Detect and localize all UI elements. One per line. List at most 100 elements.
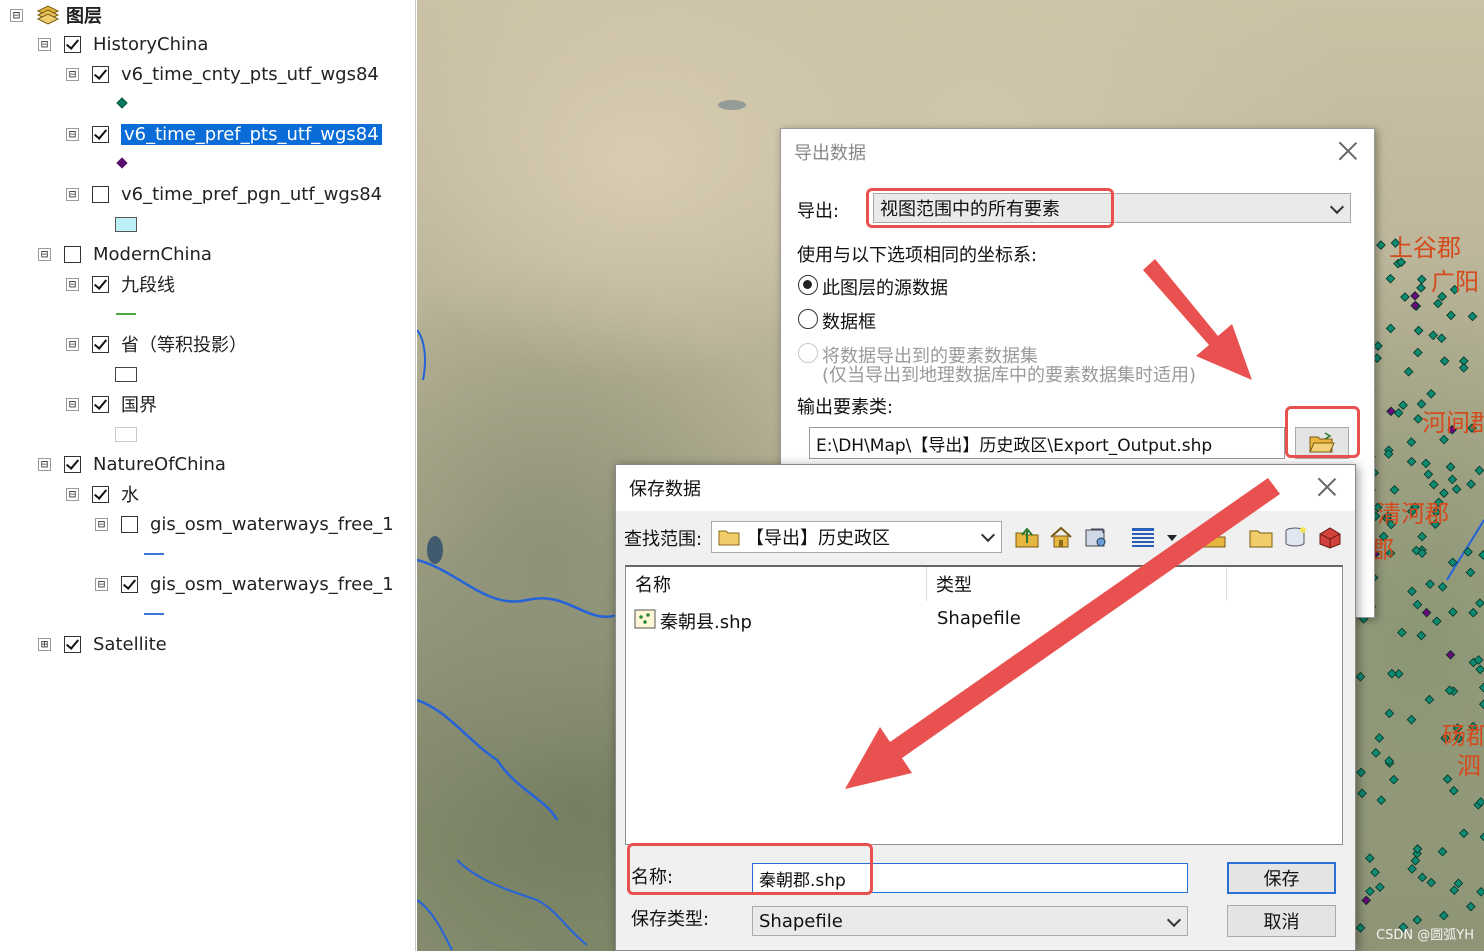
collapse-icon[interactable]: ⊟ (38, 457, 51, 471)
toc-layer-waterways-2[interactable]: ⊟ gis_osm_waterways_free_1 (95, 569, 394, 599)
toc-group-modernchina[interactable]: ⊟ ModernChina (38, 239, 212, 269)
column-header-type[interactable]: 类型 (927, 567, 1227, 601)
visibility-checkbox[interactable] (121, 575, 138, 593)
visibility-checkbox[interactable] (92, 185, 109, 203)
map-point (1398, 400, 1408, 411)
chevron-down-icon (1329, 199, 1345, 215)
toc-layer-satellite[interactable]: ⊞ Satellite (38, 629, 167, 659)
visibility-checkbox[interactable] (92, 65, 109, 83)
connect-folder-icon[interactable] (1083, 525, 1109, 549)
map-label: 广阳 (1431, 268, 1479, 296)
save-type-label: 保存类型: (631, 909, 710, 930)
map-point (1448, 607, 1458, 617)
list-item[interactable]: 秦朝县.shp Shapefile (626, 605, 1326, 635)
view-options-icon[interactable] (1130, 525, 1156, 549)
layers-icon (36, 5, 60, 25)
look-in-select[interactable]: 【导出】历史政区 (711, 521, 1002, 553)
radio-source-label[interactable]: 此图层的源数据 (822, 274, 948, 300)
visibility-checkbox[interactable] (92, 395, 109, 413)
radio-frame-label[interactable]: 数据框 (822, 308, 876, 334)
layer-label: 国界 (121, 395, 157, 416)
map-point (1416, 274, 1427, 285)
save-type-select[interactable]: Shapefile (752, 906, 1188, 936)
visibility-checkbox[interactable] (121, 515, 138, 533)
radio-feature-dataset[interactable] (798, 343, 818, 363)
layer-label: 省（等积投影） (121, 335, 247, 356)
visibility-checkbox[interactable] (92, 485, 109, 503)
collapse-icon[interactable]: ⊟ (66, 277, 79, 291)
output-path-field[interactable]: E:\DH\Map\【导出】历史政区\Export_Output.shp (809, 427, 1285, 459)
highlight-export-scope (866, 188, 1114, 228)
line-symbol-icon (144, 613, 164, 615)
chevron-down-icon[interactable] (1164, 525, 1180, 549)
toc-layer-pref-pgn[interactable]: ⊟ v6_time_pref_pgn_utf_wgs84 (66, 179, 382, 209)
map-point (1410, 855, 1421, 866)
file-list[interactable]: 名称 类型 秦朝县.shp Shapefile (625, 565, 1343, 845)
visibility-checkbox[interactable] (64, 635, 81, 653)
new-folder-icon[interactable] (1248, 525, 1274, 549)
layer-label-selected[interactable]: v6_time_pref_pts_utf_wgs84 (120, 122, 383, 146)
visibility-checkbox[interactable] (64, 455, 81, 473)
collapse-icon[interactable]: ⊟ (66, 67, 79, 81)
toc-layer-nine-dash[interactable]: ⊟ 九段线 (66, 269, 175, 299)
close-icon[interactable] (1338, 141, 1358, 161)
visibility-checkbox[interactable] (92, 335, 109, 353)
watermark: CSDN @圆弧YH (1376, 928, 1474, 943)
map-point (1375, 882, 1385, 892)
map-point (1385, 273, 1396, 284)
map-point (1453, 878, 1464, 889)
toc-layer-province[interactable]: ⊟ 省（等积投影） (66, 329, 247, 359)
collapse-icon[interactable]: ⊟ (38, 247, 51, 261)
toc-layer-cnty-pts[interactable]: ⊟ v6_time_cnty_pts_utf_wgs84 (66, 59, 379, 89)
map-label: 泗 (1457, 752, 1481, 780)
collapse-icon[interactable]: ⊟ (95, 577, 108, 591)
collapse-icon[interactable]: ⊟ (38, 37, 51, 51)
visibility-checkbox[interactable] (92, 275, 109, 293)
collapse-icon[interactable]: ⊟ (66, 127, 79, 141)
visibility-checkbox[interactable] (92, 125, 109, 143)
map-label: 上谷郡 (1389, 234, 1461, 262)
toolbox-icon[interactable] (1317, 525, 1343, 549)
radio-data-frame[interactable] (798, 309, 818, 329)
map-point (1397, 627, 1407, 638)
toc-layer-pref-pts[interactable]: ⊟ v6_time_pref_pts_utf_wgs84 (66, 119, 383, 149)
map-point (1412, 915, 1423, 925)
map-point (1385, 323, 1396, 334)
collapse-icon[interactable]: ⊟ (66, 187, 79, 201)
map-point (1393, 408, 1404, 418)
map-point (1437, 582, 1448, 592)
save-type-value: Shapefile (759, 910, 843, 932)
toc-group-natureofchina[interactable]: ⊟ NatureOfChina (38, 449, 226, 479)
cancel-button[interactable]: 取消 (1227, 905, 1336, 937)
toc-group-historychina[interactable]: ⊟ HistoryChina (38, 29, 208, 59)
map-point (1424, 694, 1435, 705)
toc-layer-waterways-1[interactable]: ⊟ gis_osm_waterways_free_1 (95, 509, 394, 539)
map-point (1478, 682, 1484, 693)
dialog-titlebar: 保存数据 (616, 465, 1355, 511)
visibility-checkbox[interactable] (64, 245, 81, 263)
collapse-icon[interactable]: ⊟ (95, 517, 108, 531)
map-point (1479, 832, 1484, 842)
home-icon[interactable] (1048, 525, 1074, 549)
collapse-icon[interactable]: ⊟ (66, 397, 79, 411)
save-button[interactable]: 保存 (1227, 862, 1336, 894)
expand-icon[interactable]: ⊞ (38, 637, 51, 651)
map-point (1417, 531, 1427, 542)
county-points-layer (1355, 238, 1484, 933)
column-header-name[interactable]: 名称 (626, 567, 927, 601)
new-database-icon[interactable] (1283, 525, 1309, 549)
dialog-titlebar: 导出数据 (781, 129, 1374, 175)
toc-layer-border[interactable]: ⊟ 国界 (66, 389, 157, 419)
close-icon[interactable] (1317, 477, 1337, 497)
toc-group-water[interactable]: ⊟ 水 (66, 479, 139, 509)
new-item-icon[interactable] (1201, 525, 1227, 549)
file-name: 秦朝县.shp (660, 612, 752, 633)
up-folder-icon[interactable] (1014, 525, 1040, 549)
collapse-icon[interactable]: ⊟ (66, 337, 79, 351)
collapse-icon[interactable]: ⊟ (10, 8, 23, 22)
visibility-checkbox[interactable] (64, 35, 81, 53)
collapse-icon[interactable]: ⊟ (66, 487, 79, 501)
map-point (1410, 291, 1420, 301)
radio-source-data[interactable] (798, 275, 818, 295)
toc-root[interactable]: ⊟ 图层 (10, 0, 102, 30)
